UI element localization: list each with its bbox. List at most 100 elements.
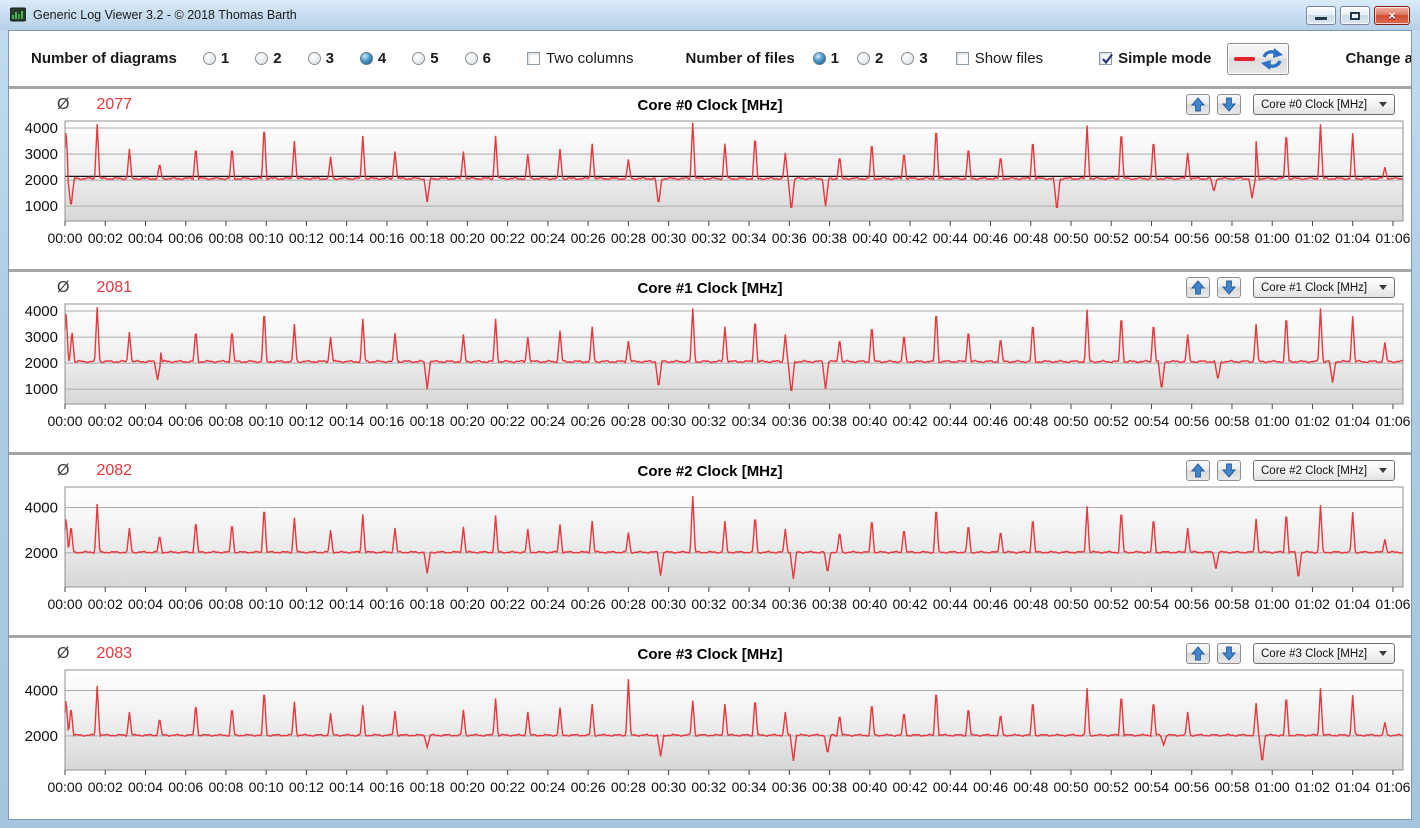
y-axis-label: 4000 xyxy=(25,682,58,699)
close-button[interactable]: × xyxy=(1374,6,1410,25)
x-axis-label: 00:24 xyxy=(530,779,565,795)
chart-canvas-0[interactable]: 1000 2000 3000 4000 00:00 00:02 00:04 00:06 00:0… xyxy=(9,117,1412,265)
radio-diagrams-6-circle[interactable] xyxy=(464,52,478,65)
chart-canvas-3[interactable]: 2000 4000 00:00 00:02 00:04 00:06 00:08 00:10 00… xyxy=(9,666,1412,814)
two-columns-checkbox[interactable]: Two columns xyxy=(526,50,633,67)
move-chart-down-button[interactable] xyxy=(1217,643,1241,664)
x-axis-label: 00:46 xyxy=(973,230,1008,246)
minimize-button[interactable] xyxy=(1306,6,1336,25)
radio-diagrams-4-circle[interactable] xyxy=(359,52,373,65)
move-chart-up-button[interactable] xyxy=(1186,460,1210,481)
x-axis-label: 00:40 xyxy=(852,230,887,246)
move-chart-down-button[interactable] xyxy=(1217,94,1241,115)
x-axis-label: 00:20 xyxy=(450,230,485,246)
x-axis-label: 00:48 xyxy=(1013,413,1048,429)
x-axis-label: 00:58 xyxy=(1214,596,1249,612)
files-radio-group: 1 2 3 xyxy=(795,50,928,67)
x-axis-label: 00:12 xyxy=(289,779,324,795)
line-style-refresh-button[interactable] xyxy=(1227,42,1290,75)
radio-files-2-circle[interactable] xyxy=(857,52,871,65)
x-axis-label: 00:14 xyxy=(329,413,364,429)
simple-mode-checkbox-box[interactable] xyxy=(1099,52,1113,65)
signal-select-value: Core #2 Clock [MHz] xyxy=(1261,464,1368,477)
x-axis-label: 00:52 xyxy=(1094,596,1129,612)
radio-files-3-circle[interactable] xyxy=(901,52,915,65)
x-axis-label: 00:42 xyxy=(893,779,928,795)
x-axis-label: 00:08 xyxy=(208,596,243,612)
radio-files-3[interactable]: 3 xyxy=(901,50,928,67)
radio-files-1[interactable]: 1 xyxy=(812,50,840,67)
window-title: Generic Log Viewer 3.2 - © 2018 Thomas B… xyxy=(33,8,297,22)
x-axis-label: 00:38 xyxy=(812,779,847,795)
radio-diagrams-2[interactable]: 2 xyxy=(255,50,282,67)
signal-select-dropdown[interactable]: Core #0 Clock [MHz] xyxy=(1253,94,1395,115)
average-value: 2083 xyxy=(96,645,133,662)
x-axis-label: 00:34 xyxy=(732,779,767,795)
radio-diagrams-5-label: 5 xyxy=(430,50,439,67)
average-symbol: Ø xyxy=(57,645,70,662)
radio-diagrams-5[interactable]: 5 xyxy=(412,50,439,67)
x-axis-label: 00:54 xyxy=(1134,779,1169,795)
radio-files-1-label: 1 xyxy=(830,50,840,67)
show-files-label: Show files xyxy=(974,50,1044,67)
move-chart-down-button[interactable] xyxy=(1217,277,1241,298)
x-axis-label: 00:12 xyxy=(289,413,324,429)
chevron-down-icon xyxy=(1379,285,1387,290)
signal-select-value: Core #3 Clock [MHz] xyxy=(1261,647,1368,660)
radio-diagrams-5-circle[interactable] xyxy=(412,52,426,65)
maximize-icon xyxy=(1350,11,1360,20)
x-axis-label: 00:38 xyxy=(812,413,847,429)
chart-controls: Core #3 Clock [MHz] xyxy=(1179,643,1395,664)
x-axis-label: 00:20 xyxy=(450,413,485,429)
x-axis-label: 00:36 xyxy=(772,596,807,612)
radio-diagrams-3[interactable]: 3 xyxy=(307,50,334,67)
x-axis-label: 00:38 xyxy=(812,596,847,612)
average-symbol: Ø xyxy=(57,462,70,479)
simple-mode-checkbox[interactable]: Simple mode xyxy=(1099,50,1211,67)
x-axis-label: 01:04 xyxy=(1335,413,1370,429)
move-chart-down-button[interactable] xyxy=(1217,460,1241,481)
x-axis-label: 00:52 xyxy=(1094,413,1129,429)
signal-select-dropdown[interactable]: Core #3 Clock [MHz] xyxy=(1253,643,1395,664)
x-axis-label: 00:00 xyxy=(47,413,82,429)
radio-diagrams-2-circle[interactable] xyxy=(255,52,269,65)
x-axis-label: 01:02 xyxy=(1295,779,1330,795)
x-axis-label: 01:04 xyxy=(1335,596,1370,612)
x-axis-label: 00:48 xyxy=(1013,230,1048,246)
x-axis-label: 00:26 xyxy=(571,413,606,429)
move-chart-up-button[interactable] xyxy=(1186,643,1210,664)
move-chart-up-button[interactable] xyxy=(1186,277,1210,298)
x-axis-label: 00:00 xyxy=(47,596,82,612)
x-axis-label: 00:02 xyxy=(88,413,123,429)
x-axis-label: 01:06 xyxy=(1375,413,1410,429)
x-axis-label: 00:58 xyxy=(1214,413,1249,429)
radio-diagrams-4[interactable]: 4 xyxy=(359,50,386,67)
x-axis-label: 00:40 xyxy=(852,779,887,795)
x-axis-label: 00:36 xyxy=(772,413,807,429)
x-axis-label: 01:02 xyxy=(1295,596,1330,612)
radio-diagrams-1[interactable]: 1 xyxy=(202,50,229,67)
radio-diagrams-3-label: 3 xyxy=(325,50,334,67)
x-axis-label: 00:56 xyxy=(1174,596,1209,612)
radio-diagrams-3-circle[interactable] xyxy=(307,52,321,65)
radio-files-1-circle[interactable] xyxy=(812,52,826,65)
radio-files-2[interactable]: 2 xyxy=(857,50,883,67)
x-axis-label: 00:44 xyxy=(933,413,968,429)
x-axis-label: 00:06 xyxy=(168,413,203,429)
radio-diagrams-1-circle[interactable] xyxy=(202,52,216,65)
show-files-checkbox[interactable]: Show files xyxy=(955,50,1044,67)
move-chart-up-button[interactable] xyxy=(1186,94,1210,115)
simple-mode-label: Simple mode xyxy=(1118,50,1212,67)
content-area: Number of diagrams 1 2 3 4 5 6 Two columns Nu… xyxy=(8,30,1412,820)
x-axis-label: 00:30 xyxy=(651,779,686,795)
chart-canvas-2[interactable]: 2000 4000 00:00 00:02 00:04 00:06 00:08 00:10 00… xyxy=(9,483,1412,631)
x-axis-label: 00:04 xyxy=(128,779,163,795)
signal-select-dropdown[interactable]: Core #2 Clock [MHz] xyxy=(1253,460,1395,481)
chart-canvas-1[interactable]: 1000 2000 3000 4000 00:00 00:02 00:04 00:06 00:0… xyxy=(9,300,1412,448)
show-files-checkbox-box[interactable] xyxy=(955,52,969,65)
signal-select-dropdown[interactable]: Core #1 Clock [MHz] xyxy=(1253,277,1395,298)
radio-diagrams-6[interactable]: 6 xyxy=(464,50,491,67)
maximize-button[interactable] xyxy=(1340,6,1370,25)
chart-panel-header-2: Ø 2082 Core #2 Clock [MHz] Core #2 Clock [M… xyxy=(9,455,1411,483)
two-columns-checkbox-box[interactable] xyxy=(526,52,540,65)
